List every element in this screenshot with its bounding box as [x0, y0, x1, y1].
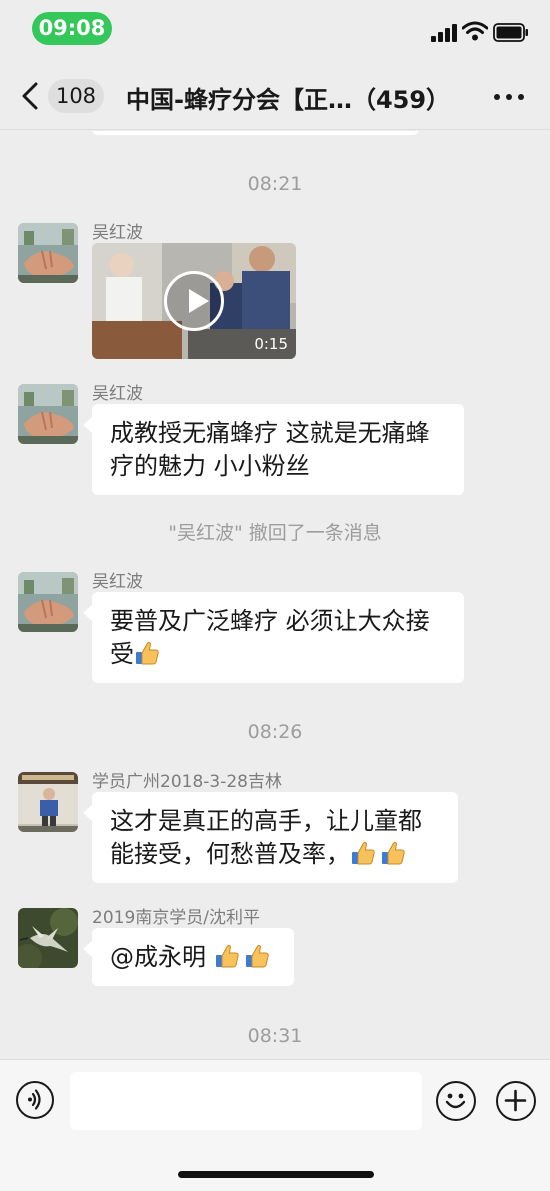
- message-bubble[interactable]: 成教授无痛蜂疗 这就是无痛蜂 疗的魅力 小小粉丝: [92, 404, 464, 495]
- message-line: 成教授无痛蜂疗 这就是无痛蜂: [110, 419, 430, 447]
- battery-icon: [493, 23, 528, 42]
- input-bar: [0, 1059, 550, 1191]
- message-line: 疗的魅力 小小粉丝: [110, 452, 310, 480]
- unread-count-badge[interactable]: 108: [48, 79, 104, 113]
- chat-title: 中国-蜂疗分会【正…（459）: [126, 86, 451, 114]
- message-list[interactable]: 08:21 吴红波 0:15 吴红波 成教授无痛蜂疗 这就是无痛蜂 疗的魅力 小…: [0, 131, 550, 1059]
- chevron-left-icon[interactable]: [20, 82, 40, 110]
- message-line-with-emoji: 能接受，何愁普及率，: [110, 838, 440, 871]
- message-bubble[interactable]: 要普及广泛蜂疗 必须让大众接 受: [92, 592, 464, 683]
- signal-icon: [431, 24, 457, 42]
- more-dots-icon[interactable]: [494, 94, 524, 100]
- avatar[interactable]: [18, 572, 78, 632]
- video-thumbnail[interactable]: 0:15: [92, 243, 296, 359]
- message-line: 能接受，何愁普及率，: [110, 840, 350, 868]
- avatar[interactable]: [18, 384, 78, 444]
- bubble-tail: [83, 417, 92, 433]
- plus-sign: [504, 1089, 527, 1112]
- nav-bar: 108 中国-蜂疗分会【正…（459）: [0, 58, 550, 130]
- plus-circle-icon[interactable]: [496, 1081, 536, 1121]
- video-duration: 0:15: [254, 335, 288, 353]
- message-input[interactable]: [70, 1072, 422, 1130]
- message-bubble[interactable]: @成永明: [92, 928, 294, 986]
- bubble-tail: [83, 941, 92, 957]
- message-line-with-emoji: @成永明: [110, 941, 276, 974]
- recall-notice: "吴红波" 撤回了一条消息: [168, 522, 382, 544]
- home-indicator: [178, 1171, 374, 1178]
- message-line: 这才是真正的高手，让儿童都: [110, 807, 422, 835]
- thumbs-up-icon: [380, 840, 406, 866]
- avatar[interactable]: [18, 772, 78, 832]
- previous-message-bubble: [92, 131, 419, 135]
- sender-name: 吴红波: [92, 384, 143, 404]
- avatar[interactable]: [18, 908, 78, 968]
- message-bubble[interactable]: 这才是真正的高手，让儿童都 能接受，何愁普及率，: [92, 792, 458, 883]
- sender-name: 吴红波: [92, 223, 143, 243]
- timestamp: 08:26: [247, 721, 303, 743]
- bubble-tail: [83, 805, 92, 821]
- smiley-face: [445, 1093, 466, 1109]
- smiley-icon[interactable]: [436, 1081, 476, 1121]
- thumbs-up-icon: [134, 640, 160, 666]
- thumbs-up-icon: [244, 943, 270, 969]
- timestamp: 08:31: [247, 1025, 303, 1047]
- timestamp: 08:21: [247, 173, 303, 195]
- thumbs-up-icon: [214, 943, 240, 969]
- message-line: 受: [110, 640, 134, 668]
- status-time: 09:08: [32, 12, 112, 45]
- message-line: @成永明: [110, 943, 214, 971]
- status-bar: 09:08: [0, 0, 550, 58]
- thumbs-up-icon: [350, 840, 376, 866]
- sender-name: 吴红波: [92, 572, 143, 592]
- message-line-with-emoji: 受: [110, 638, 446, 671]
- play-icon[interactable]: [164, 271, 224, 331]
- message-line: 要普及广泛蜂疗 必须让大众接: [110, 607, 430, 635]
- bubble-tail: [83, 605, 92, 621]
- voice-waves: [28, 1089, 41, 1110]
- wifi-icon: [462, 21, 488, 41]
- sender-name: 学员广州2018-3-28吉林: [92, 772, 282, 792]
- avatar[interactable]: [18, 223, 78, 283]
- voice-icon[interactable]: [16, 1081, 54, 1119]
- sender-name: 2019南京学员/沈利平: [92, 908, 260, 928]
